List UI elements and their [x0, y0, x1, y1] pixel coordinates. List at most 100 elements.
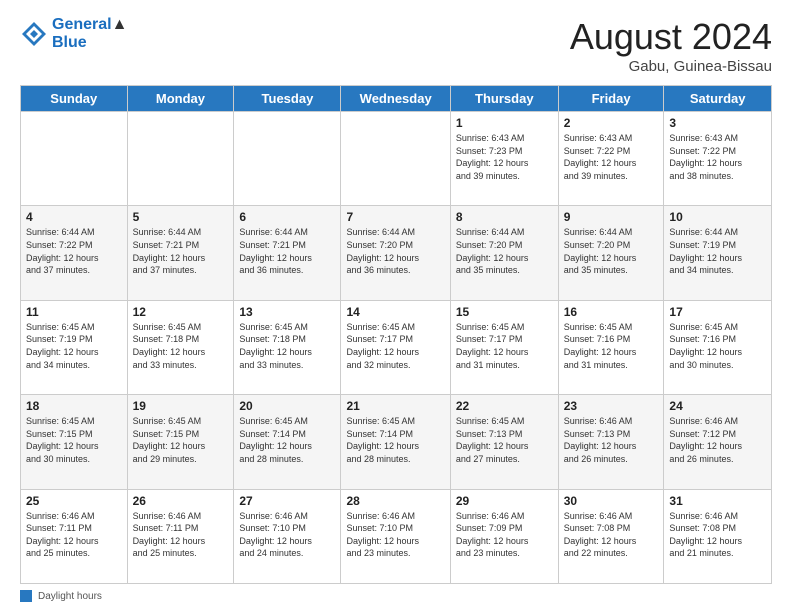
day-info: Sunrise: 6:45 AM Sunset: 7:15 PM Dayligh… — [133, 415, 229, 465]
day-info: Sunrise: 6:46 AM Sunset: 7:12 PM Dayligh… — [669, 415, 766, 465]
day-number: 24 — [669, 399, 766, 413]
title-block: August 2024 Gabu, Guinea-Bissau — [570, 16, 772, 75]
day-number: 22 — [456, 399, 553, 413]
day-info: Sunrise: 6:46 AM Sunset: 7:11 PM Dayligh… — [26, 510, 122, 560]
day-info: Sunrise: 6:43 AM Sunset: 7:22 PM Dayligh… — [564, 132, 659, 182]
day-number: 11 — [26, 305, 122, 319]
day-info: Sunrise: 6:45 AM Sunset: 7:17 PM Dayligh… — [346, 321, 444, 371]
day-number: 16 — [564, 305, 659, 319]
day-number: 9 — [564, 210, 659, 224]
week-row-2: 4Sunrise: 6:44 AM Sunset: 7:22 PM Daylig… — [21, 206, 772, 300]
day-cell-24: 24 Sunrise: 6:46 AM Sunset: 7:12 PM Dayli… — [664, 395, 772, 489]
day-cell-15: 15 Sunrise: 6:45 AM Sunset: 7:17 PM Dayli… — [450, 300, 558, 394]
logo-text: General▲ Blue — [52, 16, 127, 52]
day-cell-22: 22 Sunrise: 6:45 AM Sunset: 7:13 PM Dayli… — [450, 395, 558, 489]
day-info: Sunrise: 6:46 AM Sunset: 7:10 PM Dayligh… — [239, 510, 335, 560]
day-cell-4: 4Sunrise: 6:44 AM Sunset: 7:22 PM Daylig… — [21, 206, 128, 300]
day-cell-6: 6Sunrise: 6:44 AM Sunset: 7:21 PM Daylig… — [234, 206, 341, 300]
day-cell-11: 11Sunrise: 6:45 AM Sunset: 7:19 PM Dayli… — [21, 300, 128, 394]
daylight-indicator — [20, 590, 32, 602]
empty-cell — [127, 112, 234, 206]
day-info: Sunrise: 6:44 AM Sunset: 7:20 PM Dayligh… — [564, 226, 659, 276]
empty-cell — [21, 112, 128, 206]
day-number: 23 — [564, 399, 659, 413]
day-cell-13: 13Sunrise: 6:45 AM Sunset: 7:18 PM Dayli… — [234, 300, 341, 394]
day-cell-21: 21 Sunrise: 6:45 AM Sunset: 7:14 PM Dayli… — [341, 395, 450, 489]
day-number: 10 — [669, 210, 766, 224]
footer-label: Daylight hours — [38, 591, 102, 602]
header: General▲ Blue August 2024 Gabu, Guinea-B… — [20, 16, 772, 75]
day-number: 4 — [26, 210, 122, 224]
day-number: 30 — [564, 494, 659, 508]
week-row-5: 25 Sunrise: 6:46 AM Sunset: 7:11 PM Dayli… — [21, 489, 772, 583]
day-cell-14: 14Sunrise: 6:45 AM Sunset: 7:17 PM Dayli… — [341, 300, 450, 394]
day-number: 13 — [239, 305, 335, 319]
day-info: Sunrise: 6:46 AM Sunset: 7:13 PM Dayligh… — [564, 415, 659, 465]
day-number: 19 — [133, 399, 229, 413]
day-info: Sunrise: 6:45 AM Sunset: 7:18 PM Dayligh… — [133, 321, 229, 371]
day-header-friday: Friday — [558, 86, 664, 112]
day-info: Sunrise: 6:45 AM Sunset: 7:17 PM Dayligh… — [456, 321, 553, 371]
week-row-4: 18 Sunrise: 6:45 AM Sunset: 7:15 PM Dayli… — [21, 395, 772, 489]
logo-line1: General — [52, 16, 112, 33]
day-cell-7: 7 Sunrise: 6:44 AM Sunset: 7:20 PM Daylig… — [341, 206, 450, 300]
day-info: Sunrise: 6:45 AM Sunset: 7:16 PM Dayligh… — [564, 321, 659, 371]
day-header-tuesday: Tuesday — [234, 86, 341, 112]
day-number: 2 — [564, 116, 659, 130]
day-number: 12 — [133, 305, 229, 319]
day-cell-5: 5 Sunrise: 6:44 AM Sunset: 7:21 PM Daylig… — [127, 206, 234, 300]
day-number: 15 — [456, 305, 553, 319]
day-header-wednesday: Wednesday — [341, 86, 450, 112]
day-cell-1: 1 Sunrise: 6:43 AM Sunset: 7:23 PM Daylig… — [450, 112, 558, 206]
day-header-thursday: Thursday — [450, 86, 558, 112]
day-number: 7 — [346, 210, 444, 224]
day-info: Sunrise: 6:44 AM Sunset: 7:21 PM Dayligh… — [239, 226, 335, 276]
day-number: 20 — [239, 399, 335, 413]
day-info: Sunrise: 6:43 AM Sunset: 7:23 PM Dayligh… — [456, 132, 553, 182]
logo-icon — [20, 20, 48, 48]
day-info: Sunrise: 6:46 AM Sunset: 7:10 PM Dayligh… — [346, 510, 444, 560]
day-info: Sunrise: 6:44 AM Sunset: 7:20 PM Dayligh… — [346, 226, 444, 276]
day-info: Sunrise: 6:45 AM Sunset: 7:16 PM Dayligh… — [669, 321, 766, 371]
day-cell-19: 19 Sunrise: 6:45 AM Sunset: 7:15 PM Dayli… — [127, 395, 234, 489]
day-info: Sunrise: 6:46 AM Sunset: 7:08 PM Dayligh… — [669, 510, 766, 560]
week-row-3: 11Sunrise: 6:45 AM Sunset: 7:19 PM Dayli… — [21, 300, 772, 394]
day-cell-16: 16 Sunrise: 6:45 AM Sunset: 7:16 PM Dayli… — [558, 300, 664, 394]
day-info: Sunrise: 6:43 AM Sunset: 7:22 PM Dayligh… — [669, 132, 766, 182]
day-cell-23: 23 Sunrise: 6:46 AM Sunset: 7:13 PM Dayli… — [558, 395, 664, 489]
day-number: 31 — [669, 494, 766, 508]
month-title: August 2024 — [570, 16, 772, 58]
day-info: Sunrise: 6:45 AM Sunset: 7:13 PM Dayligh… — [456, 415, 553, 465]
day-number: 3 — [669, 116, 766, 130]
day-info: Sunrise: 6:46 AM Sunset: 7:09 PM Dayligh… — [456, 510, 553, 560]
day-number: 18 — [26, 399, 122, 413]
empty-cell — [341, 112, 450, 206]
location: Gabu, Guinea-Bissau — [570, 58, 772, 75]
day-number: 17 — [669, 305, 766, 319]
day-info: Sunrise: 6:44 AM Sunset: 7:21 PM Dayligh… — [133, 226, 229, 276]
day-info: Sunrise: 6:46 AM Sunset: 7:08 PM Dayligh… — [564, 510, 659, 560]
day-cell-29: 29Sunrise: 6:46 AM Sunset: 7:09 PM Dayli… — [450, 489, 558, 583]
day-header-saturday: Saturday — [664, 86, 772, 112]
day-cell-3: 3 Sunrise: 6:43 AM Sunset: 7:22 PM Daylig… — [664, 112, 772, 206]
day-number: 8 — [456, 210, 553, 224]
day-info: Sunrise: 6:45 AM Sunset: 7:14 PM Dayligh… — [346, 415, 444, 465]
day-number: 25 — [26, 494, 122, 508]
calendar-table: SundayMondayTuesdayWednesdayThursdayFrid… — [20, 85, 772, 584]
day-cell-28: 28 Sunrise: 6:46 AM Sunset: 7:10 PM Dayli… — [341, 489, 450, 583]
day-number: 28 — [346, 494, 444, 508]
day-cell-17: 17 Sunrise: 6:45 AM Sunset: 7:16 PM Dayli… — [664, 300, 772, 394]
day-info: Sunrise: 6:45 AM Sunset: 7:14 PM Dayligh… — [239, 415, 335, 465]
day-number: 26 — [133, 494, 229, 508]
day-cell-20: 20 Sunrise: 6:45 AM Sunset: 7:14 PM Dayli… — [234, 395, 341, 489]
page: General▲ Blue August 2024 Gabu, Guinea-B… — [0, 0, 792, 612]
day-header-monday: Monday — [127, 86, 234, 112]
logo: General▲ Blue — [20, 16, 127, 52]
day-cell-10: 10Sunrise: 6:44 AM Sunset: 7:19 PM Dayli… — [664, 206, 772, 300]
empty-cell — [234, 112, 341, 206]
day-number: 1 — [456, 116, 553, 130]
day-number: 5 — [133, 210, 229, 224]
day-number: 21 — [346, 399, 444, 413]
day-cell-26: 26Sunrise: 6:46 AM Sunset: 7:11 PM Dayli… — [127, 489, 234, 583]
day-cell-12: 12 Sunrise: 6:45 AM Sunset: 7:18 PM Dayli… — [127, 300, 234, 394]
